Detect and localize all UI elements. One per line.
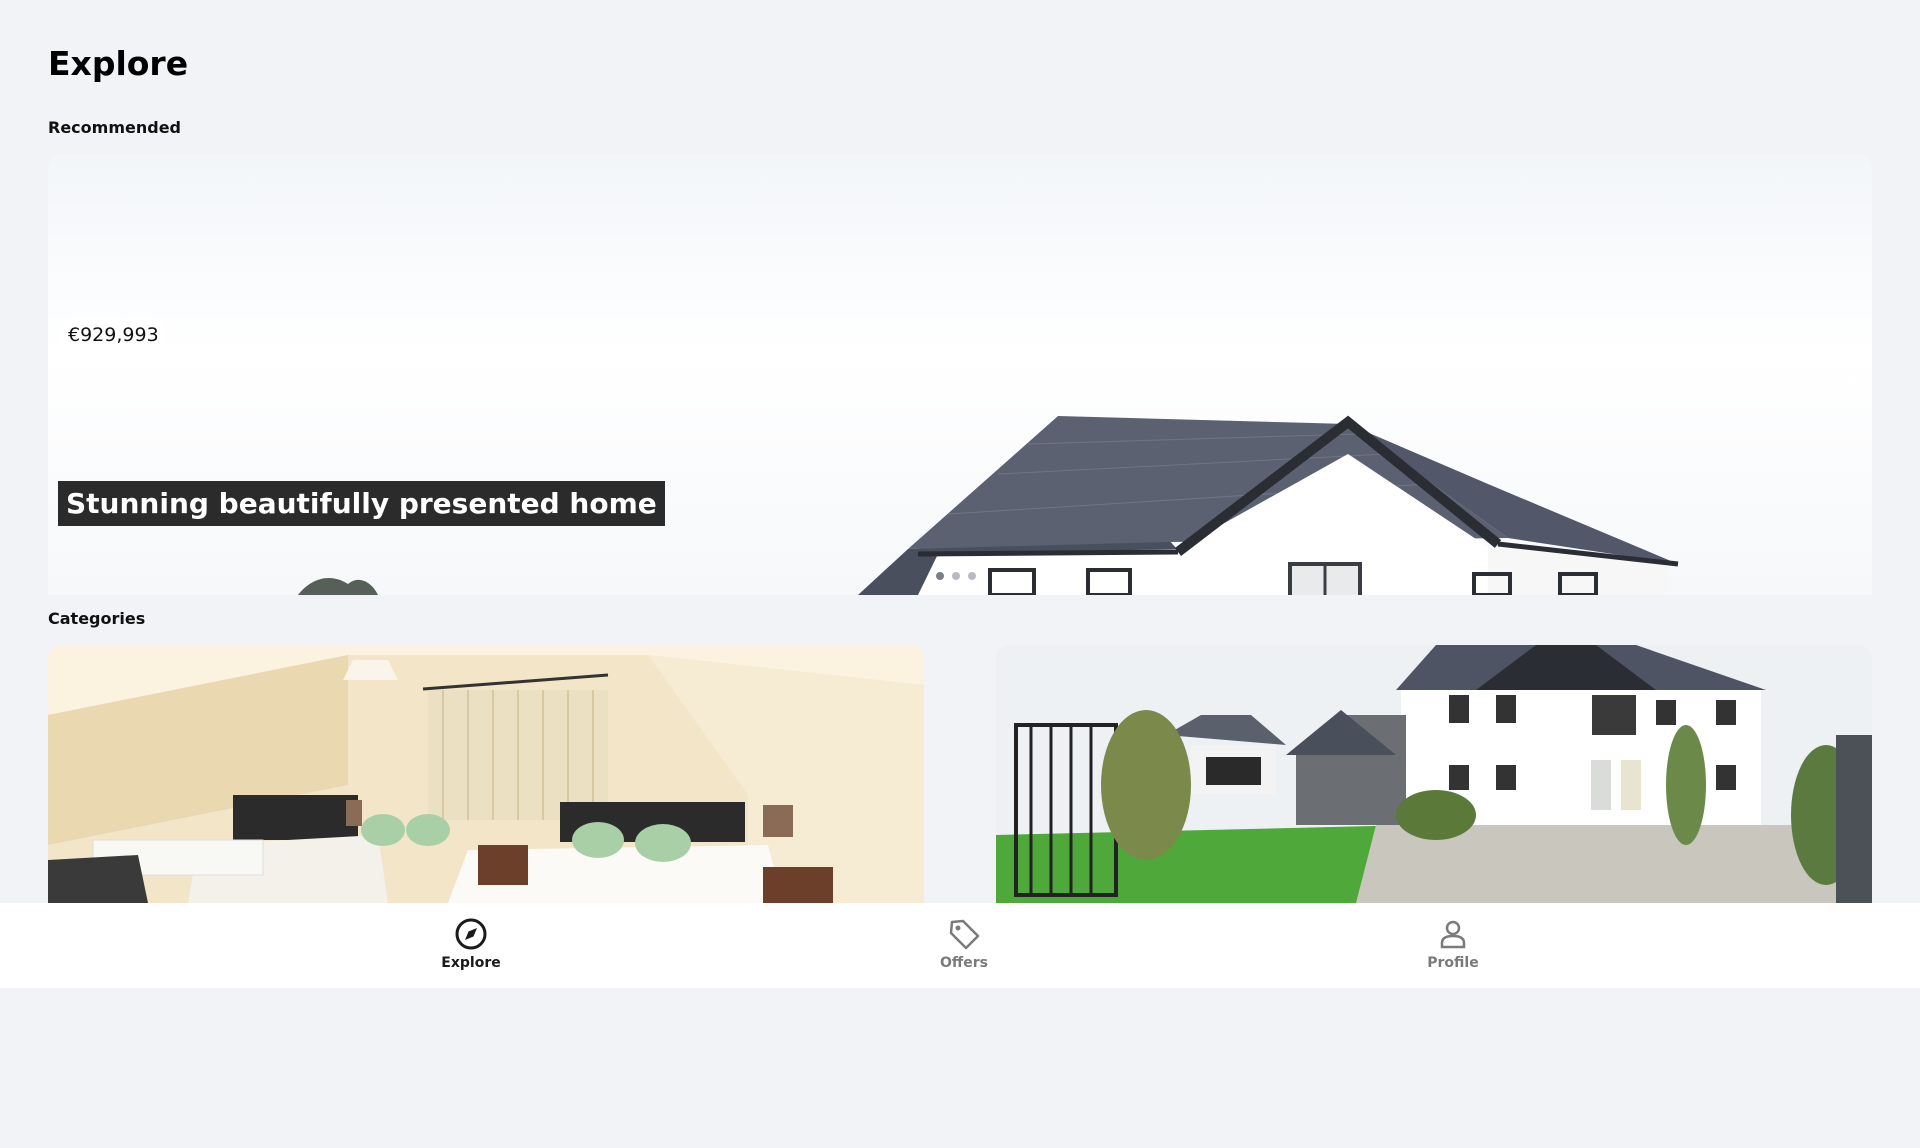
recommended-carousel[interactable]: €929,993 Stunning beautifully presented … — [48, 154, 1872, 595]
bottom-navigation: Explore Offers Profile — [0, 903, 1920, 988]
listing-title[interactable]: Stunning beautifully presented home — [58, 481, 665, 526]
nav-item-profile[interactable]: Profile — [1393, 917, 1513, 971]
bedroom-photo — [48, 645, 924, 903]
nav-label-profile: Profile — [1427, 955, 1479, 971]
person-icon — [1440, 920, 1466, 949]
nav-label-offers: Offers — [940, 955, 988, 971]
price-tag: €929,993 — [60, 319, 167, 351]
featured-house-photo — [298, 415, 1679, 595]
carousel-indicators — [936, 572, 976, 580]
page-title: Explore — [48, 44, 189, 83]
chevron-left-icon — [63, 358, 84, 400]
nav-item-offers[interactable]: Offers — [904, 917, 1024, 971]
category-card-house[interactable] — [996, 645, 1872, 903]
chevron-right-icon — [1836, 358, 1857, 400]
compass-icon — [455, 918, 487, 950]
tag-icon — [949, 919, 980, 950]
nav-label-explore: Explore — [441, 955, 501, 971]
nav-item-explore[interactable]: Explore — [411, 917, 531, 971]
categories-heading: Categories — [48, 609, 146, 628]
category-card-bedroom[interactable] — [48, 645, 924, 903]
carousel-dot[interactable] — [968, 572, 976, 580]
carousel-dot[interactable] — [936, 572, 944, 580]
recommended-heading: Recommended — [48, 118, 181, 137]
house-exterior-photo — [996, 645, 1872, 903]
carousel-dot[interactable] — [952, 572, 960, 580]
next-slide-button[interactable] — [1826, 349, 1866, 409]
previous-slide-button[interactable] — [54, 349, 94, 409]
